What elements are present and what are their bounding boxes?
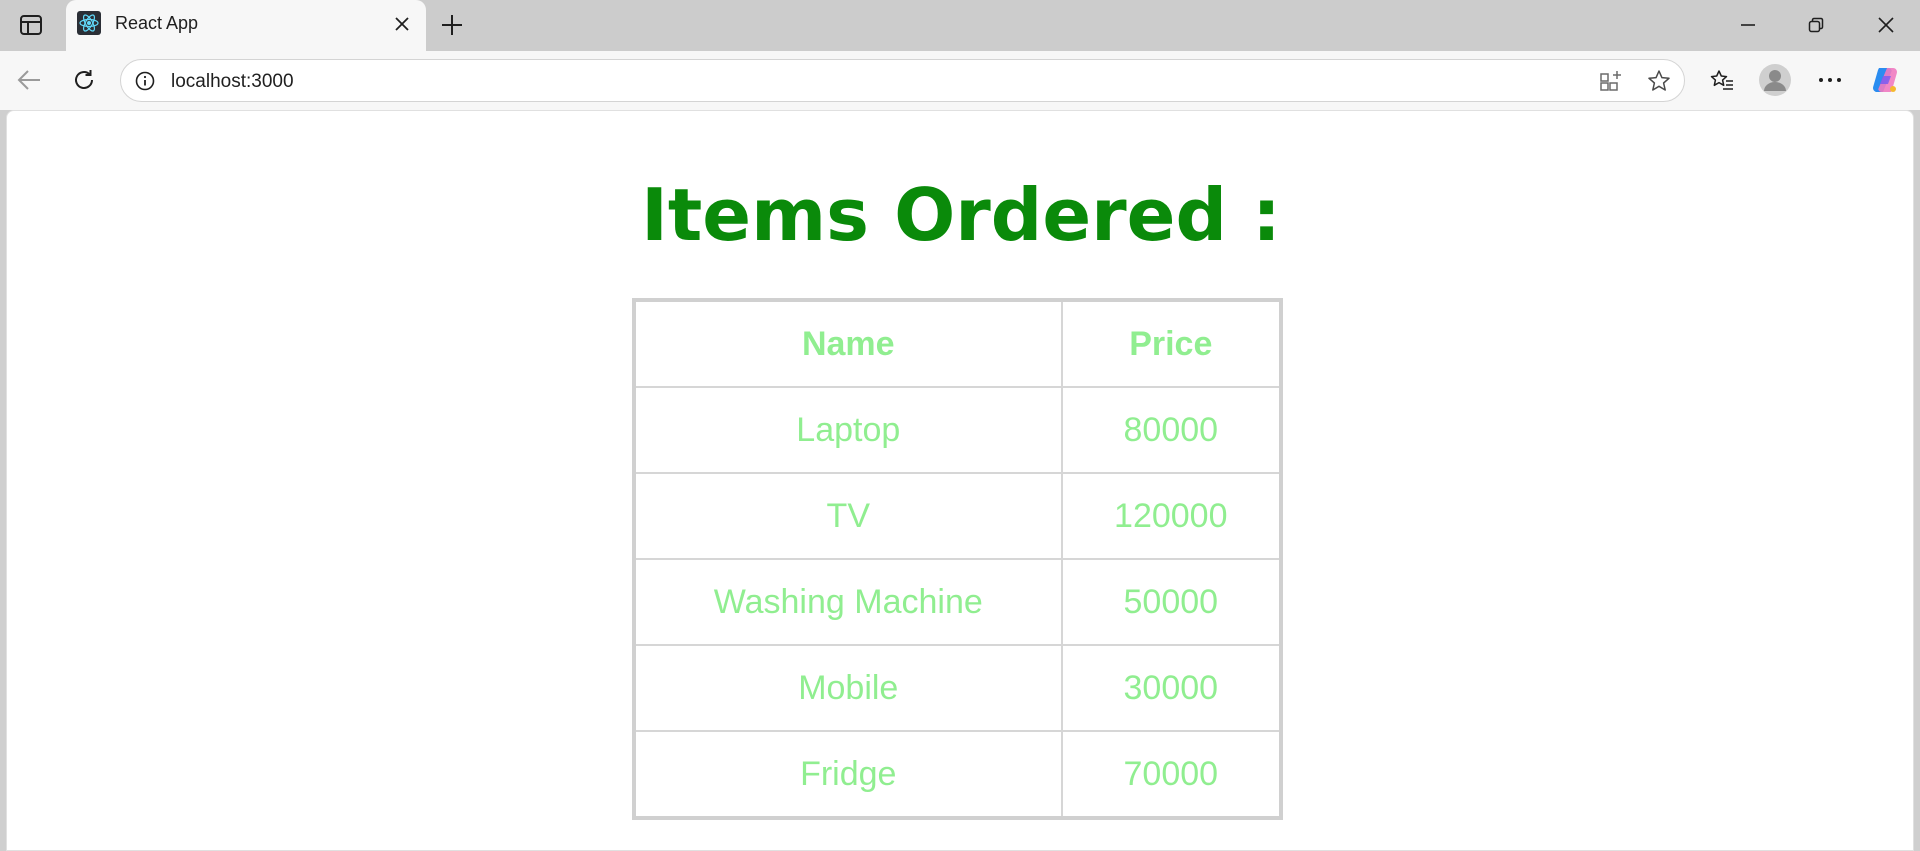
info-icon[interactable] [133, 69, 157, 93]
orders-table: Name Price Laptop 80000 TV 120000 Washin… [632, 298, 1283, 820]
table-row: TV 120000 [633, 472, 1283, 560]
more-icon[interactable] [1813, 63, 1847, 97]
item-price-cell: 120000 [1060, 472, 1283, 560]
item-name-cell: TV [633, 472, 1063, 560]
page-title: Items Ordered : [641, 173, 1281, 257]
item-name-cell: Mobile [633, 644, 1063, 732]
react-logo-icon [77, 11, 101, 35]
tab-title: React App [115, 13, 199, 33]
table-row: Washing Machine 50000 [633, 558, 1283, 646]
item-name-cell: Laptop [633, 386, 1063, 474]
profile-avatar-icon[interactable] [1758, 63, 1792, 97]
browser-tab[interactable]: React App [66, 0, 426, 51]
table-row: Mobile 30000 [633, 644, 1283, 732]
restore-icon[interactable] [1801, 10, 1831, 40]
copilot-icon[interactable] [1868, 63, 1902, 97]
item-price-cell: 30000 [1060, 644, 1283, 732]
address-bar[interactable]: localhost:3000 [120, 59, 1685, 102]
url-text[interactable]: localhost:3000 [171, 71, 294, 93]
tab-actions-icon[interactable] [16, 12, 46, 38]
minimize-icon[interactable] [1733, 10, 1763, 40]
plus-icon[interactable] [438, 11, 466, 39]
column-header-name: Name [633, 299, 1063, 388]
table-header-row: Name Price [633, 299, 1283, 388]
item-price-cell: 70000 [1060, 730, 1283, 819]
close-window-icon[interactable] [1871, 10, 1901, 40]
column-header-price: Price [1060, 299, 1283, 388]
apps-icon[interactable] [1598, 68, 1624, 94]
item-name-cell: Fridge [633, 730, 1063, 819]
back-arrow-icon[interactable] [12, 63, 46, 97]
favorites-icon[interactable] [1705, 63, 1739, 97]
browser-toolbar: localhost:3000 [0, 51, 1920, 110]
table-row: Laptop 80000 [633, 386, 1283, 474]
page-viewport: Items Ordered : Name Price Laptop 80000 … [6, 110, 1914, 851]
star-icon[interactable] [1646, 68, 1672, 94]
close-icon[interactable] [390, 12, 414, 36]
item-price-cell: 50000 [1060, 558, 1283, 646]
item-name-cell: Washing Machine [633, 558, 1063, 646]
table-row: Fridge 70000 [633, 730, 1283, 819]
tab-strip: React App [0, 0, 1920, 51]
item-price-cell: 80000 [1060, 386, 1283, 474]
refresh-icon[interactable] [67, 63, 101, 97]
